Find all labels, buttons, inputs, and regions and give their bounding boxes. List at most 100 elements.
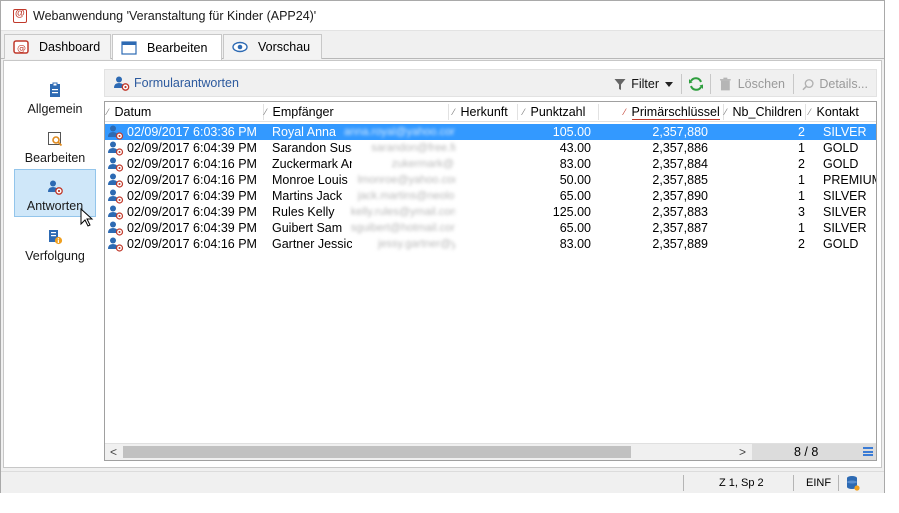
cell-recipient: Rules Kelly: [272, 205, 335, 219]
cell-primary-key: 2,357,880: [652, 125, 708, 139]
column-divider[interactable]: [598, 104, 599, 120]
cell-nb-children: 2: [798, 125, 805, 139]
cell-primary-key: 2,357,889: [652, 237, 708, 251]
nav-item-allgemein[interactable]: Allgemein: [14, 71, 96, 119]
column-label: Nb_Children: [732, 105, 802, 119]
cell-email: jessy.gartner@ym...: [378, 238, 455, 250]
cell-contact: SILVER: [823, 221, 867, 235]
cell-recipient: Gartner Jessica: [272, 237, 352, 251]
svg-text:@: @: [17, 44, 26, 54]
horizontal-scrollbar[interactable]: < > 8 / 8: [105, 443, 876, 460]
column-divider[interactable]: [805, 104, 806, 120]
table-row[interactable]: 02/09/2017 6:04:39 PM Sarandon Susan saran…: [105, 140, 876, 156]
cell-primary-key: 2,357,890: [652, 189, 708, 203]
col-header-datum[interactable]: ⁄ Datum: [107, 102, 262, 122]
filter-button[interactable]: Filter: [606, 73, 681, 95]
cell-score: 105.00: [552, 125, 591, 139]
tab-bearbeiten[interactable]: Bearbeiten: [112, 34, 222, 60]
cell-nb-children: 1: [798, 189, 805, 203]
tracking-icon: i: [47, 229, 63, 245]
cell-date: 02/09/2017 6:04:39 PM: [127, 205, 257, 219]
col-header-kontakt[interactable]: ⁄ Kontakt: [809, 102, 875, 122]
edit-form-icon: [47, 131, 63, 147]
window-icon: [121, 40, 137, 55]
refresh-button[interactable]: [682, 73, 710, 95]
database-icon[interactable]: [846, 475, 860, 491]
list-menu-icon[interactable]: [863, 447, 873, 456]
cell-email: kelly.rules@ymail.com: [350, 206, 455, 218]
col-header-primaerschluessel[interactable]: ⁄ Primärschlüssel: [624, 102, 722, 122]
tab-dashboard[interactable]: @ Dashboard: [4, 34, 111, 59]
col-header-empfaenger[interactable]: ⁄ Empfänger: [265, 102, 445, 122]
user-response-icon: [108, 141, 124, 156]
column-divider[interactable]: [723, 104, 724, 120]
table-row[interactable]: 02/09/2017 6:04:16 PM Monroe Louis lmonroe…: [105, 172, 876, 188]
column-label: Datum: [114, 105, 152, 119]
user-response-icon: [108, 205, 124, 220]
tab-vorschau[interactable]: Vorschau: [223, 34, 322, 59]
cell-recipient: Martins Jack: [272, 189, 343, 203]
cell-score: 83.00: [559, 157, 591, 171]
column-divider[interactable]: [263, 104, 264, 120]
sort-icon: ⁄: [725, 107, 727, 117]
delete-button[interactable]: Löschen: [711, 73, 793, 95]
col-header-herkunft[interactable]: ⁄ Herkunft: [453, 102, 521, 122]
sort-icon: ⁄: [453, 107, 455, 117]
column-label: Herkunft: [460, 105, 508, 119]
cell-score: 83.00: [559, 237, 591, 251]
cell-email: lmonroe@yahoo.com: [357, 174, 455, 186]
user-responses-icon: [114, 76, 130, 91]
user-response-icon: [108, 189, 124, 204]
col-header-punktzahl[interactable]: ⁄ Punktzahl: [523, 102, 591, 122]
user-response-icon: [108, 157, 124, 172]
cell-score: 65.00: [559, 221, 591, 235]
table-row[interactable]: 02/09/2017 6:04:39 PM Martins Jack jack.ma…: [105, 188, 876, 204]
nav-item-bearbeiten[interactable]: Bearbeiten: [14, 120, 96, 168]
column-label: Punktzahl: [530, 105, 586, 119]
cell-contact: SILVER: [823, 125, 867, 139]
scrollbar-thumb[interactable]: [123, 446, 631, 458]
cell-primary-key: 2,357,884: [652, 157, 708, 171]
insert-mode: EINF: [806, 477, 832, 489]
cell-recipient: Guibert Sam: [272, 221, 343, 235]
cell-nb-children: 1: [798, 221, 805, 235]
nav-label: Verfolgung: [25, 249, 85, 263]
cell-date: 02/09/2017 6:04:16 PM: [127, 157, 257, 171]
cell-recipient: Monroe Louis: [272, 173, 348, 187]
table-row[interactable]: 02/09/2017 6:03:36 PM Royal Anna anna.roya…: [105, 124, 876, 140]
user-response-icon: [108, 221, 124, 236]
main-content: Allgemein Bearbeiten Antworten i Verfolg…: [3, 60, 882, 468]
table-row[interactable]: 02/09/2017 6:04:39 PM Guibert Sam sguibert…: [105, 220, 876, 236]
cell-recipient: Zuckermark Antony: [272, 157, 352, 171]
sort-icon: ⁄: [523, 107, 525, 117]
scroll-right-icon[interactable]: >: [739, 444, 746, 460]
toolbar-title: Formularantworten: [134, 76, 239, 90]
nav-item-verfolgung[interactable]: i Verfolgung: [14, 218, 96, 266]
chevron-down-icon: [665, 81, 673, 87]
table-row[interactable]: 02/09/2017 6:04:16 PM Zuckermark Antony zu…: [105, 156, 876, 172]
delete-label: Löschen: [737, 77, 785, 91]
nav-label: Antworten: [26, 199, 84, 213]
responses-table: ⁄ Datum ⁄ Empfänger ⁄ Herkunft ⁄ Punktzahl ⁄…: [104, 101, 877, 461]
filter-label: Filter: [631, 77, 659, 91]
svg-text:i: i: [57, 237, 59, 245]
cell-email: sarandon@free.fr: [371, 142, 455, 154]
cell-primary-key: 2,357,886: [652, 141, 708, 155]
scroll-left-icon[interactable]: <: [110, 444, 117, 460]
filter-icon: [614, 78, 626, 90]
status-divider: [793, 475, 794, 491]
user-response-icon: [108, 237, 124, 252]
table-row[interactable]: 02/09/2017 6:04:16 PM Gartner Jessica jess…: [105, 236, 876, 252]
column-divider[interactable]: [448, 104, 449, 120]
sort-icon: ⁄: [107, 107, 109, 117]
cell-recipient: Royal Anna: [272, 125, 336, 139]
cell-nb-children: 2: [798, 157, 805, 171]
table-header: ⁄ Datum ⁄ Empfänger ⁄ Herkunft ⁄ Punktzahl ⁄…: [105, 102, 876, 122]
table-row[interactable]: 02/09/2017 6:04:39 PM Rules Kelly kelly.ru…: [105, 204, 876, 220]
column-divider[interactable]: [517, 104, 518, 120]
trash-icon: [719, 77, 731, 91]
status-divider: [838, 475, 839, 491]
cell-email: zukermark@...: [391, 158, 455, 170]
col-header-nb-children[interactable]: ⁄ Nb_Children: [725, 102, 805, 122]
details-button[interactable]: Details...: [794, 73, 876, 95]
